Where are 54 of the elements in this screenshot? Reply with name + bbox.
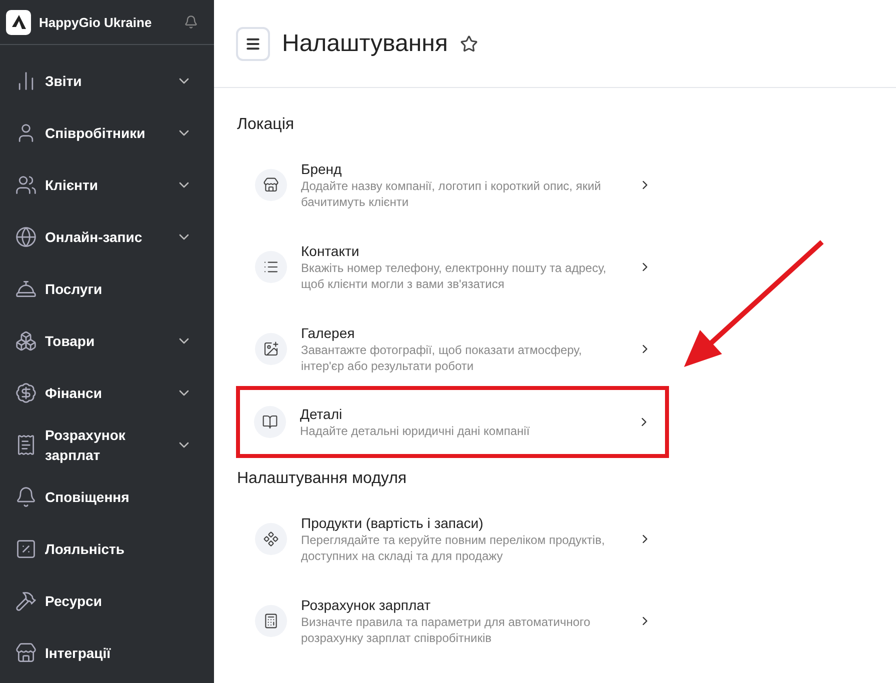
dollar-badge-icon — [15, 382, 37, 404]
image-icon — [255, 333, 287, 365]
sidebar-item[interactable]: Онлайн-запис — [0, 211, 214, 263]
settings-item[interactable]: Бренд Додайте назву компанії, логотип і короткий опис, який бачитимуть клієнти — [237, 144, 670, 226]
sidebar-item[interactable]: Фінанси — [0, 367, 214, 419]
settings-item[interactable]: Деталі Надайте детальні юридичні дані компанії — [236, 386, 669, 458]
store-icon — [15, 642, 37, 664]
globe-icon — [15, 226, 37, 248]
company-name: HappyGio Ukraine — [39, 14, 153, 30]
book-icon — [254, 406, 286, 438]
item-title: Деталі — [300, 405, 344, 423]
settings-item[interactable]: Контакти Вкажіть номер телефону, електронну пошту та адресу, щоб клієнти могли з вами зв'язатися — [237, 226, 670, 308]
bell-icon — [15, 486, 37, 508]
sidebar-item[interactable]: Співробітники — [0, 107, 214, 159]
cubes-icon — [255, 523, 287, 555]
store-icon — [255, 169, 287, 201]
item-description: Переглядайте та керуйте повним переліком продуктів, доступних на складі та для продажу — [301, 532, 606, 564]
sidebar-item[interactable]: Товари — [0, 315, 214, 367]
item-title: Продукти (вартість і запаси) — [301, 514, 484, 532]
item-title: Контакти — [301, 242, 360, 260]
section-title: Локація — [237, 116, 296, 134]
sidebar-item[interactable]: Послуги — [0, 263, 214, 315]
page-title: Налаштування — [282, 30, 448, 58]
sidebar-item[interactable]: Сповіщення — [0, 471, 214, 523]
menu-icon — [245, 36, 261, 52]
item-description: Вкажіть номер телефону, електронну пошту та адресу, щоб клієнти могли з вами зв'язатися — [301, 260, 608, 292]
section-title: Налаштування модуля — [237, 470, 408, 488]
item-title: Бренд — [301, 160, 343, 178]
company-logo — [6, 10, 31, 34]
users-icon — [15, 174, 37, 196]
hammer-icon — [15, 590, 37, 612]
boxes-icon — [15, 330, 37, 352]
item-description: Надайте детальні юридичні дані компанії — [300, 423, 531, 439]
receipt-icon — [15, 434, 37, 456]
item-title: Розрахунок зарплат — [301, 596, 432, 614]
star-icon[interactable] — [460, 34, 478, 52]
bell-icon[interactable] — [184, 15, 198, 29]
settings-item[interactable]: Продукти (вартість і запаси) Переглядайте та керуйте повним переліком продуктів, доступних на складі та для продажу — [237, 498, 670, 580]
sidebar-item[interactable]: Клієнти — [0, 159, 214, 211]
concierge-bell-icon — [15, 278, 37, 300]
menu-button[interactable] — [236, 26, 270, 60]
settings-item[interactable]: Розрахунок зарплат Визначте правила та параметри для автоматичного розрахунку зарплат співробітників — [237, 580, 670, 662]
sidebar-item[interactable]: Розрахунок зарплат — [0, 419, 214, 471]
sidebar-item[interactable]: Ресурси — [0, 575, 214, 627]
percent-icon — [15, 538, 37, 560]
list-icon — [255, 251, 287, 283]
sidebar-item[interactable]: Інтеграції — [0, 627, 214, 679]
item-description: Додайте назву компанії, логотип і короткий опис, який бачитимуть клієнти — [301, 178, 602, 210]
sidebar-item[interactable]: Лояльність — [0, 523, 214, 575]
calculator-icon — [255, 605, 287, 637]
sidebar-item[interactable]: Звіти — [0, 55, 214, 107]
item-description: Визначте правила та параметри для автоматичного розрахунку зарплат співробітників — [301, 614, 592, 646]
item-title: Галерея — [301, 324, 356, 342]
item-description: Завантажте фотографії, щоб показати атмосферу, інтер'єр або результати роботи — [301, 342, 583, 374]
